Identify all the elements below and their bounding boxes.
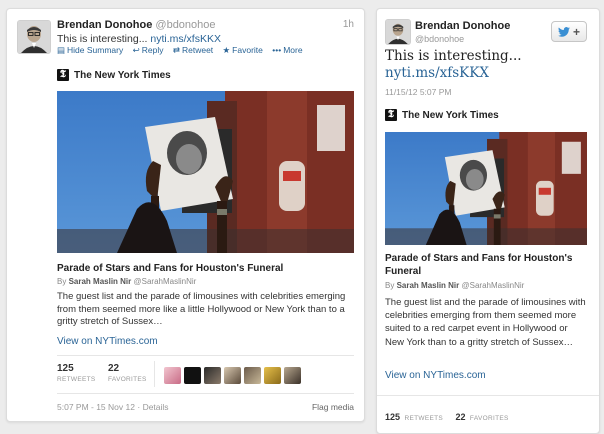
favorites-count: 22: [108, 363, 120, 374]
retweets-count[interactable]: 125: [385, 412, 400, 422]
tweet-text: This is interesting...: [385, 48, 522, 64]
article-photo[interactable]: [385, 132, 587, 245]
follow-plus: +: [572, 24, 580, 39]
tweet-timestamp[interactable]: 11/15/12 5:07 PM: [385, 87, 451, 97]
author-avatar[interactable]: [17, 20, 51, 54]
favorites-stat[interactable]: 22 FAVORITES: [108, 363, 147, 383]
favoriter-avatar[interactable]: [224, 367, 241, 384]
retweets-count: 125: [57, 363, 74, 374]
tweet-footer: 5:07 PM - 15 Nov 12 · Details: [57, 402, 169, 412]
retweet-button[interactable]: ⇄ Retweet: [173, 45, 213, 55]
view-on-nytimes-link[interactable]: View on NYTimes.com: [385, 370, 486, 381]
favoriter-avatar[interactable]: [284, 367, 301, 384]
retweets-label: RETWEETS: [57, 376, 96, 383]
author-handle[interactable]: @bdonohoe: [415, 34, 464, 44]
tweet-text: This is interesting...: [57, 33, 148, 45]
retweet-icon: ⇄: [172, 45, 180, 55]
favoriter-avatar[interactable]: [244, 367, 261, 384]
article-byline: By Sarah Maslin Nir @SarahMaslinNir: [385, 281, 595, 290]
favoriter-avatar[interactable]: [164, 367, 181, 384]
embedded-tweet-card: Brendan Donohoe @bdonohoe + This is inte…: [376, 8, 600, 434]
divider: [57, 355, 354, 356]
byline-author[interactable]: Sarah Maslin Nir: [397, 281, 460, 290]
favorites-label: FAVORITES: [108, 376, 147, 383]
article-byline: By Sarah Maslin Nir @SarahMaslinNir: [57, 277, 196, 286]
tweet-link[interactable]: nyti.ms/xfsKKX: [150, 33, 221, 45]
tweet-card-expanded: Brendan Donohoe @bdonohoe 1h This is int…: [6, 8, 365, 422]
tweet-time-ago[interactable]: 1h: [343, 19, 354, 30]
reply-arrow-icon: ↩: [132, 45, 140, 55]
byline-prefix: By: [57, 277, 67, 286]
ellipsis-icon: •••: [272, 45, 282, 55]
twitter-bird-icon: [557, 26, 570, 37]
favoriter-avatar[interactable]: [264, 367, 281, 384]
more-button[interactable]: ••• More: [272, 45, 302, 55]
favorite-button[interactable]: ★ Favorite: [223, 45, 263, 55]
author-avatar[interactable]: [385, 19, 411, 45]
favoriter-avatar[interactable]: [204, 367, 221, 384]
article-description: The guest list and the parade of limousi…: [57, 291, 346, 327]
hide-summary-button[interactable]: ▤ Hide Summary: [57, 45, 123, 55]
divider: [377, 395, 599, 396]
tweet-actions: ▤ Hide Summary ↩ Reply ⇄ Retweet ★ Favorite …: [57, 45, 310, 56]
tweet-stats: 125 RETWEETS 22 FAVORITES: [385, 407, 509, 425]
star-icon: ★: [222, 45, 231, 55]
source-attribution[interactable]: 𝕿 The New York Times: [385, 109, 499, 121]
article-headline[interactable]: Parade of Stars and Fans for Houston's F…: [57, 263, 283, 274]
stats-separator: [154, 361, 155, 387]
retweets-label[interactable]: RETWEETS: [404, 415, 443, 422]
author-name[interactable]: Brendan Donohoe: [415, 20, 510, 32]
byline-prefix: By: [385, 281, 395, 290]
favoriter-avatar[interactable]: [184, 367, 201, 384]
byline-author[interactable]: Sarah Maslin Nir: [69, 277, 132, 286]
byline-handle[interactable]: @SarahMaslinNir: [462, 281, 525, 290]
article-headline[interactable]: Parade of Stars and Fans for Houston's F…: [385, 252, 591, 278]
view-on-nytimes-link[interactable]: View on NYTimes.com: [57, 336, 158, 347]
flag-media-link[interactable]: Flag media: [312, 402, 354, 412]
tweet-header: Brendan Donohoe @bdonohoe: [57, 19, 216, 31]
follow-button[interactable]: +: [551, 21, 587, 42]
nyt-logo-icon: 𝕿: [385, 109, 397, 121]
source-name: The New York Times: [74, 69, 171, 81]
document-icon: ▤: [57, 45, 66, 55]
details-link[interactable]: Details: [143, 402, 169, 412]
retweets-stat[interactable]: 125 RETWEETS: [57, 363, 96, 383]
tweet-text-line: This is interesting... nyti.ms/xfsKKX: [57, 33, 221, 45]
reply-button[interactable]: ↩ Reply: [133, 45, 164, 55]
nyt-logo-icon: 𝕿: [57, 69, 69, 81]
source-attribution[interactable]: 𝕿 The New York Times: [57, 69, 171, 81]
author-handle[interactable]: @bdonohoe: [155, 19, 215, 31]
tweet-timestamp[interactable]: 5:07 PM - 15 Nov 12: [57, 402, 135, 412]
favorites-count[interactable]: 22: [455, 412, 465, 422]
source-name: The New York Times: [402, 109, 499, 121]
tweet-link[interactable]: nyti.ms/xfsKKX: [385, 65, 489, 81]
author-name[interactable]: Brendan Donohoe: [57, 19, 152, 31]
byline-handle[interactable]: @SarahMaslinNir: [134, 277, 197, 286]
article-description: The guest list and the parade of limousi…: [385, 297, 586, 348]
favorites-label[interactable]: FAVORITES: [470, 415, 509, 422]
divider: [57, 393, 354, 394]
article-photo[interactable]: [57, 91, 354, 253]
footer-separator: ·: [137, 402, 141, 412]
